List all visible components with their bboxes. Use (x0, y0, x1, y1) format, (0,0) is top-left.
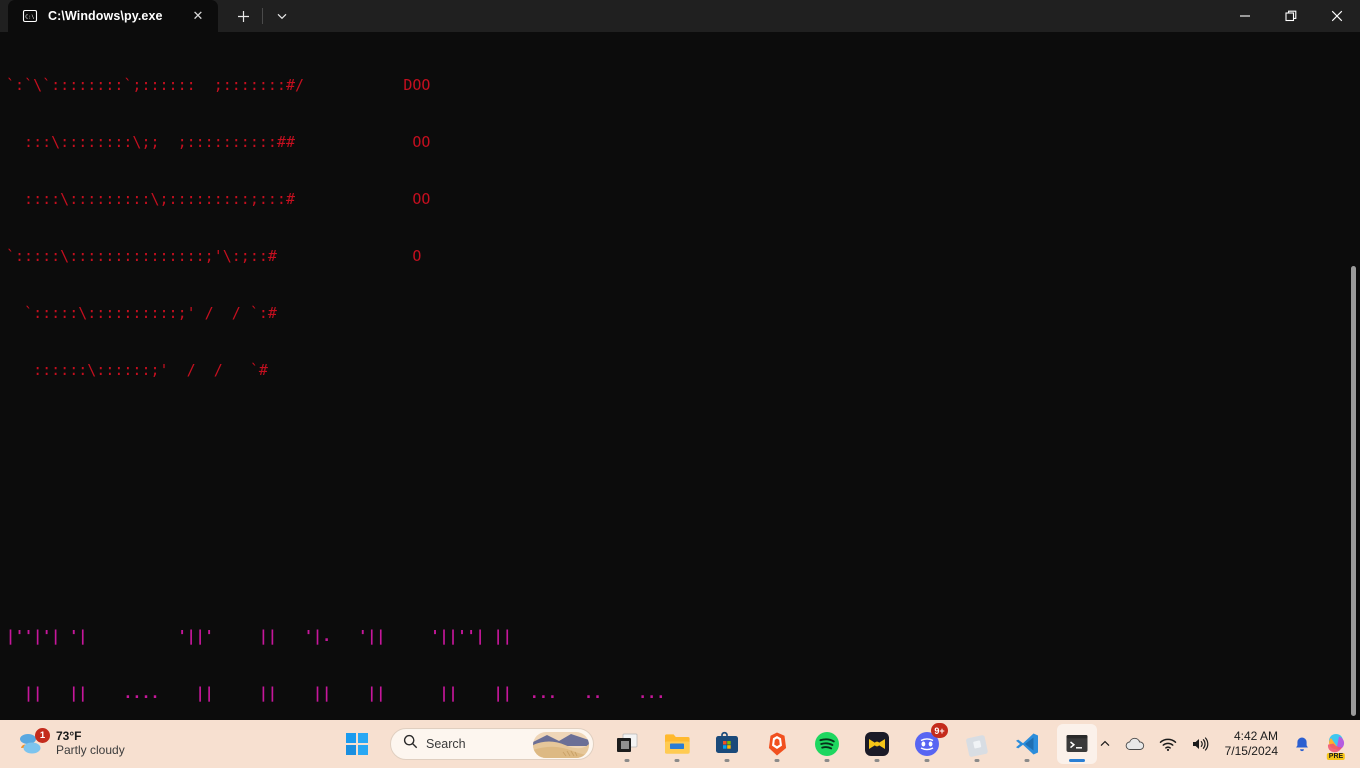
tab-close-icon[interactable]: ✕ (186, 4, 210, 28)
weather-badge: 1 (35, 728, 50, 743)
show-hidden-icons-button[interactable] (1093, 727, 1117, 761)
app-running-indicator (774, 759, 780, 762)
spotify-button[interactable] (807, 724, 847, 764)
discord-button[interactable]: 9+ (907, 723, 948, 764)
notification-bell-icon[interactable] (1288, 727, 1316, 761)
clock[interactable]: 4:42 AM 7/15/2024 (1217, 729, 1286, 759)
ascii-banner-magenta-line: |''|'| '| '||' || '|. '|| '||''| || (6, 627, 512, 645)
spacer-line (6, 551, 665, 570)
system-tray: 4:42 AM 7/15/2024 PRE (1093, 720, 1354, 768)
app-running-indicator (624, 759, 630, 762)
app-running-indicator (924, 759, 930, 762)
ascii-banner-magenta-line: || || .... || || || || || || ... .. ... (6, 684, 666, 702)
clock-time: 4:42 AM (1233, 729, 1278, 743)
weather-condition: Partly cloudy (56, 743, 125, 757)
ascii-banner-red-line: ::::::\::::::;' / / `# (6, 361, 268, 379)
partly-cloudy-icon: 1 (18, 728, 50, 757)
app-running-indicator (874, 759, 880, 762)
search-box[interactable]: Search (390, 728, 594, 760)
copilot-preview-badge: PRE (1326, 753, 1346, 760)
spacer-line (6, 437, 665, 456)
file-explorer-button[interactable] (657, 724, 697, 764)
close-button[interactable] (1314, 0, 1360, 32)
task-view-button[interactable] (607, 724, 647, 764)
terminal-scrollbar[interactable] (1350, 32, 1357, 720)
tab-dropdown-button[interactable] (267, 1, 297, 31)
app-running-indicator (674, 759, 680, 762)
minimize-button[interactable] (1222, 0, 1268, 32)
maximize-button[interactable] (1268, 0, 1314, 32)
tabbar-divider (262, 8, 263, 24)
taskbar-center-cluster: Search 9+ (332, 720, 1102, 768)
app-running-indicator (824, 759, 830, 762)
window-controls (1222, 0, 1360, 32)
roblox-button[interactable] (957, 724, 997, 764)
brave-browser-button[interactable] (757, 724, 797, 764)
windows-terminal-button[interactable] (1057, 724, 1097, 764)
windows-taskbar: 1 73°F Partly cloudy Search 9+ 4:42 AM 7… (0, 720, 1360, 768)
ascii-banner-red-line: ::::\:::::::::\;:::::::::;:::# OO (6, 190, 431, 208)
window-tab-bar: C:\ C:\Windows\py.exe ✕ (0, 0, 1360, 32)
ascii-banner-red-line: `:::::\::::::::::;' / / `:# (6, 304, 277, 322)
ascii-banner-red-line: `:`\`::::::::`;:::::: ;:::::::#/ DOO (6, 76, 431, 94)
weather-widget[interactable]: 1 73°F Partly cloudy (8, 724, 135, 764)
svg-text:C:\: C:\ (25, 15, 34, 21)
scrollbar-thumb[interactable] (1351, 266, 1356, 716)
terminal-content[interactable]: `:`\`::::::::`;:::::: ;:::::::#/ DOO :::… (0, 32, 1360, 720)
desert-dunes-thumbnail (533, 732, 589, 758)
app-active-indicator (1069, 759, 1085, 762)
search-placeholder: Search (426, 737, 466, 751)
terminal-tab[interactable]: C:\ C:\Windows\py.exe ✕ (8, 0, 218, 32)
app-running-indicator (724, 759, 730, 762)
bowtie-app-button[interactable] (857, 724, 897, 764)
tab-title: C:\Windows\py.exe (48, 9, 163, 23)
search-icon (403, 734, 418, 754)
console-icon: C:\ (22, 8, 38, 24)
ascii-banner-red-line: :::\::::::::\;; ;::::::::::## OO (6, 133, 431, 151)
copilot-icon[interactable]: PRE (1318, 727, 1354, 761)
ascii-banner-red-line: `:::::\:::::::::::::::;'\:;::# O (6, 247, 422, 265)
app-running-indicator (974, 759, 980, 762)
app-running-indicator (1024, 759, 1030, 762)
new-tab-button[interactable] (228, 1, 258, 31)
weather-temperature: 73°F (56, 729, 82, 744)
terminal-text: `:`\`::::::::`;:::::: ;:::::::#/ DOO :::… (6, 38, 665, 720)
clock-date: 7/15/2024 (1224, 744, 1278, 758)
microsoft-store-button[interactable] (707, 724, 747, 764)
onedrive-cloud-icon[interactable] (1119, 727, 1151, 761)
spacer-line (6, 494, 665, 513)
speaker-icon[interactable] (1185, 727, 1215, 761)
start-button[interactable] (337, 724, 377, 764)
discord-badge: 9+ (931, 723, 948, 738)
wifi-icon[interactable] (1153, 727, 1183, 761)
vs-code-button[interactable] (1007, 724, 1047, 764)
